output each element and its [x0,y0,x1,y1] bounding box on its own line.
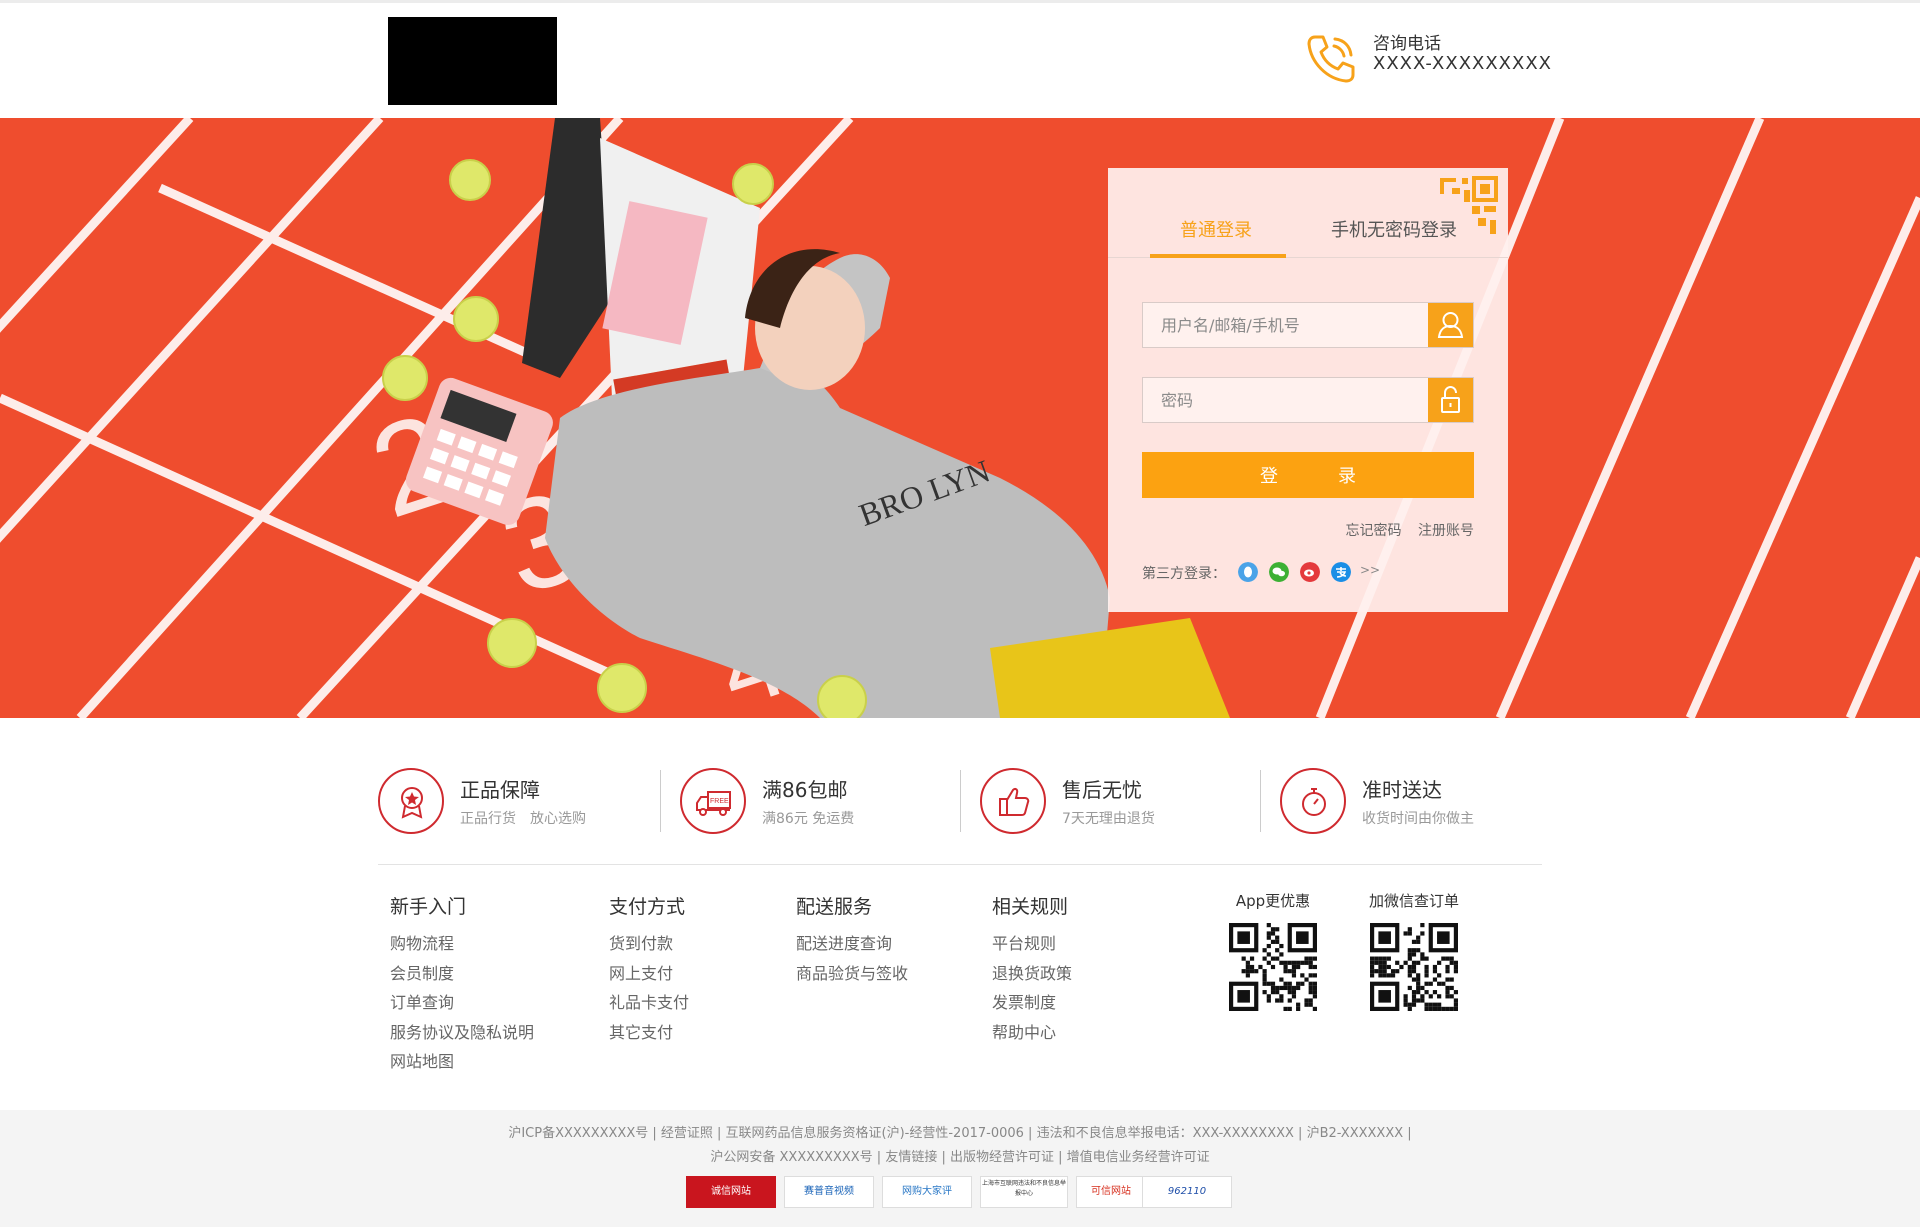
footer-link[interactable]: 发票制度 [992,988,1072,1018]
footer-link[interactable]: 平台规则 [992,929,1072,959]
username-field [1142,302,1474,348]
lock-addon [1428,378,1473,422]
divider [960,770,961,832]
svg-text:FREE: FREE [710,798,729,805]
free-shipping-truck-icon: FREE [696,791,731,816]
service-icon-circle [1280,768,1346,834]
footer-heading: 新手入门 [390,896,467,918]
hotline: 咨询电话 XXXX-XXXXXXXXX [1305,27,1605,87]
register-link[interactable]: 注册账号 [1418,523,1474,539]
tab-normal-login[interactable]: 普通登录 [1180,216,1252,242]
divider [660,770,661,832]
password-field [1142,377,1474,423]
divider [1260,770,1261,832]
medal-icon [401,787,423,819]
app-qr-block: App更优惠 [1213,890,1333,1015]
footer-heading: 配送服务 [796,896,873,918]
hotline-label: 咨询电话 [1373,34,1441,54]
service-title: 正品保障 [460,778,540,802]
login-tabs: 普通登录 手机无密码登录 [1108,168,1508,258]
footer-column-payment: 支付方式 货到付款 网上支付 礼品卡支付 其它支付 [609,892,689,1047]
service-subtitle: 正品行货 放心选购 [460,811,586,827]
login-button[interactable]: 登录 [1142,452,1474,498]
wechat-qr-title: 加微信查订单 [1368,892,1459,910]
badge-av-media[interactable]: 赛普音视频 [784,1176,874,1208]
forgot-password-link[interactable]: 忘记密码 [1346,523,1402,539]
service-title: 满86包邮 [762,778,848,802]
service-icon-circle [980,768,1046,834]
footer-column-beginner: 新手入门 购物流程 会员制度 订单查询 服务协议及隐私说明 网站地图 [390,892,534,1077]
footer-link[interactable]: 退换货政策 [992,959,1072,989]
footer-link[interactable]: 商品验货与签收 [796,959,908,989]
alipay-icon[interactable] [1331,562,1351,582]
license-line-2: 沪公网安备 XXXXXXXXX号 | 友情链接 | 出版物经营许可证 | 增值电… [710,1150,1210,1165]
footer-link[interactable]: 其它支付 [609,1018,689,1048]
badge-962110[interactable]: 962110 [1142,1176,1232,1208]
phone-icon [1307,35,1355,83]
login-links: 忘记密码 注册账号 [1334,520,1474,540]
footer-link[interactable]: 网上支付 [609,959,689,989]
badge-report-center[interactable]: 上海市互联网违法和不良信息举报中心 [980,1176,1068,1208]
badge-credit-site[interactable]: 诚信网站 [686,1176,776,1208]
lock-icon [1441,385,1460,413]
footer-link[interactable]: 会员制度 [390,959,534,989]
hero-banner: 2 3 4 [0,118,1920,718]
license-line-1: 沪ICP备XXXXXXXXX号 | 经营证照 | 互联网药品信息服务资格证(沪)… [508,1126,1412,1141]
service-item-genuine: 正品保障 正品行货 放心选购 [378,762,638,858]
wechat-qr-block: 加微信查订单 [1354,890,1474,1015]
service-subtitle: 收货时间由你做主 [1362,811,1474,827]
footer-link[interactable]: 网站地图 [390,1047,534,1077]
site-header: 咨询电话 XXXX-XXXXXXXXX [0,3,1920,118]
stopwatch-icon [1302,788,1326,816]
badge-shopping-review[interactable]: 网购大家评 [882,1176,972,1208]
tab-phone-login[interactable]: 手机无密码登录 [1331,216,1457,242]
service-item-free-shipping: FREE 满86包邮 满86元 免运费 [680,762,940,858]
banner-photo: 2 3 4 [0,118,1920,718]
app-qr-code-icon[interactable] [1229,923,1317,1011]
wechat-qr-code-icon[interactable] [1370,923,1458,1011]
qq-icon[interactable] [1238,562,1258,582]
section-divider [378,864,1542,865]
username-input[interactable] [1143,303,1429,347]
service-title: 售后无忧 [1062,778,1142,802]
footer-column-rules: 相关规则 平台规则 退换货政策 发票制度 帮助中心 [992,892,1072,1047]
trust-badges: 诚信网站 赛普音视频 网购大家评 上海市互联网违法和不良信息举报中心 可信网站 … [686,1176,1234,1210]
footer-link[interactable]: 帮助中心 [992,1018,1072,1048]
footer-link[interactable]: 礼品卡支付 [609,988,689,1018]
wechat-icon[interactable] [1269,562,1289,582]
footer-link[interactable]: 购物流程 [390,929,534,959]
active-tab-indicator [1150,254,1286,258]
badge-trusted-site[interactable]: 可信网站 [1076,1176,1146,1208]
login-panel: 普通登录 手机无密码登录 登录 忘记密码 注册账号 第三方登录： [1108,168,1508,612]
footer-link[interactable]: 服务协议及隐私说明 [390,1018,534,1048]
third-party-label: 第三方登录： [1142,566,1226,582]
legal-footer: 沪ICP备XXXXXXXXX号 | 经营证照 | 互联网药品信息服务资格证(沪)… [0,1110,1920,1227]
service-guarantees: 正品保障 正品行货 放心选购 FREE 满86包邮 满86元 免运费 售后无忧 … [378,762,1542,858]
footer-link[interactable]: 配送进度查询 [796,929,908,959]
service-title: 准时送达 [1362,778,1442,802]
service-subtitle: 7天无理由退货 [1062,811,1155,827]
user-icon [1437,312,1464,338]
footer-heading: 支付方式 [609,896,686,918]
service-item-after-sales: 售后无忧 7天无理由退货 [980,762,1240,858]
hotline-number: XXXX-XXXXXXXXX [1373,53,1553,74]
footer-link[interactable]: 货到付款 [609,929,689,959]
more-third-party-link[interactable]: >> [1360,563,1380,577]
weibo-icon[interactable] [1300,562,1320,582]
user-addon [1428,303,1473,347]
footer-heading: 相关规则 [992,896,1069,918]
service-item-on-time: 准时送达 收货时间由你做主 [1280,762,1540,858]
service-subtitle: 满86元 免运费 [762,811,855,827]
service-icon-circle: FREE [680,768,746,834]
footer-column-delivery: 配送服务 配送进度查询 商品验货与签收 [796,892,908,988]
app-qr-title: App更优惠 [1235,892,1311,910]
password-input[interactable] [1143,378,1429,422]
site-logo[interactable] [388,17,557,105]
thumbs-up-icon [999,788,1030,816]
service-icon-circle [378,768,444,834]
footer-link[interactable]: 订单查询 [390,988,534,1018]
